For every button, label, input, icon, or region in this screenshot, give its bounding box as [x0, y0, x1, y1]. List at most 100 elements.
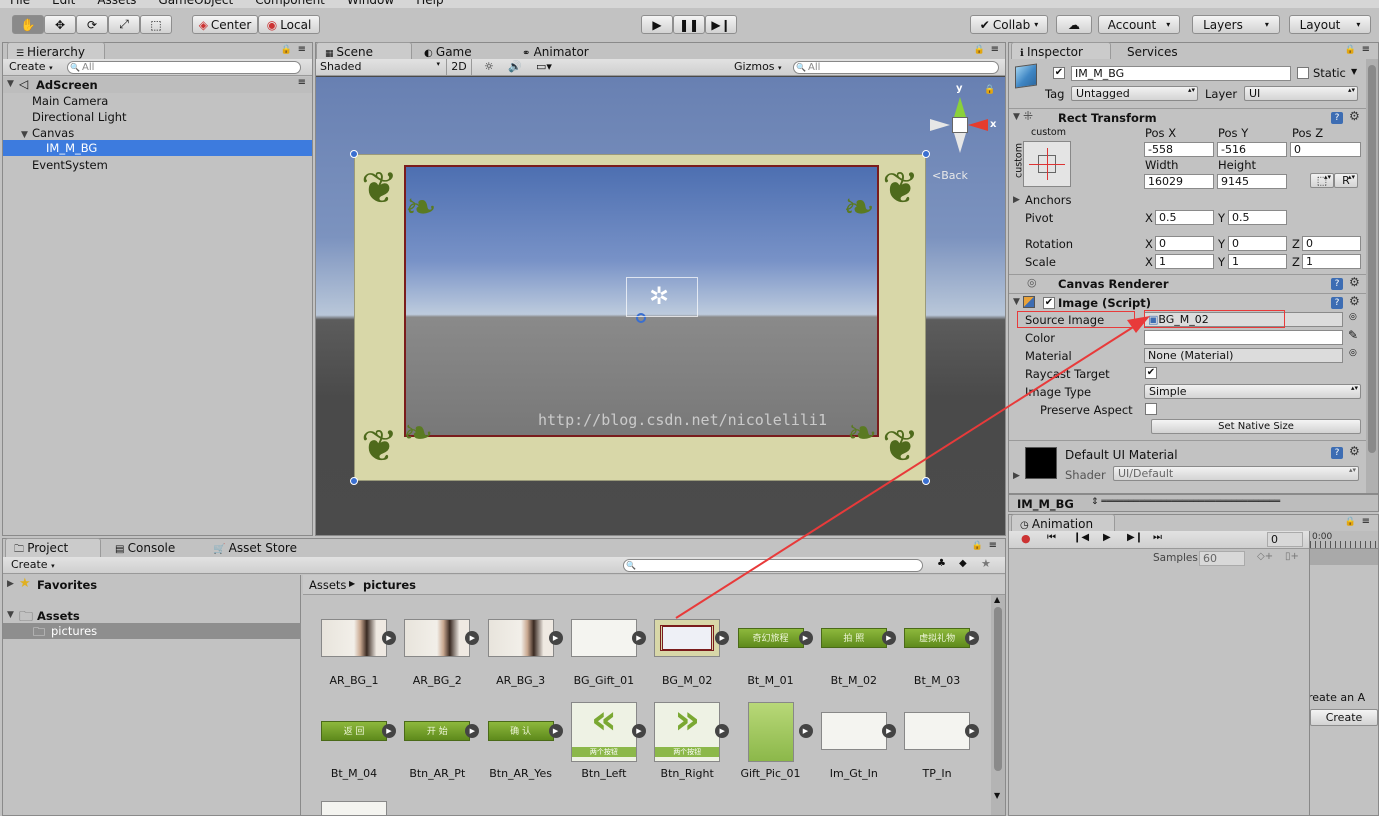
hierarchy-search-input[interactable]: All [67, 61, 301, 74]
gizmo-x-arrow[interactable] [968, 119, 988, 131]
rect-handle[interactable] [922, 477, 930, 485]
lock-icon[interactable]: 🔒 [1345, 45, 1356, 55]
lock-icon[interactable]: 🔒 [281, 45, 292, 55]
search-by-type-icon[interactable]: ♣ [937, 558, 946, 569]
preserve-aspect-checkbox[interactable] [1145, 403, 1157, 415]
eyedropper-icon[interactable]: ✎ [1348, 328, 1358, 342]
expand-sprite-icon[interactable]: ▶ [548, 631, 563, 645]
gizmo-y-arrow[interactable] [954, 97, 966, 117]
drag-handle-icon[interactable]: ⇕ ═════════════════════════════════ [1091, 497, 1280, 507]
folder-pictures[interactable]: 🗀 pictures [3, 623, 301, 639]
rot-z-input[interactable]: 0 [1302, 236, 1361, 251]
pivot-center-button[interactable]: ◈ Center [192, 15, 258, 34]
tab-console[interactable]: ▤ Console [107, 539, 199, 557]
timeline-area[interactable]: 0:00 reate an A Create [1309, 531, 1378, 815]
menu-icon[interactable]: ≡ [991, 44, 999, 55]
rect-tool-button[interactable]: ⬚ [140, 15, 172, 34]
2d-toggle[interactable]: 2D [446, 59, 472, 75]
menu-item[interactable]: Help [416, 0, 443, 7]
gizmo-neg-y-arrow[interactable] [954, 133, 966, 153]
anchors-label[interactable]: Anchors [1025, 193, 1072, 207]
blueprint-mode-button[interactable]: ⬚ [1310, 173, 1334, 188]
menu-icon[interactable]: ≡ [298, 77, 306, 88]
project-create-button[interactable]: Create ▾ [11, 558, 55, 571]
tab-project[interactable]: 🗀 Project [5, 538, 101, 557]
expand-sprite-icon[interactable]: ▶ [798, 631, 813, 645]
asset-item[interactable]: ▶ AR_BG_1 [321, 619, 396, 699]
menu-item[interactable]: GameObject [158, 0, 233, 7]
asset-item[interactable]: 两个按钮 « ▶ Btn_Left [570, 702, 646, 792]
back-view-label[interactable]: <Back [932, 169, 968, 182]
record-icon[interactable]: ● [1021, 532, 1031, 545]
expand-arrow-icon[interactable]: ▼ [7, 610, 14, 620]
favorites-label[interactable]: Favorites [37, 578, 97, 592]
width-input[interactable]: 16029 [1144, 174, 1214, 189]
hierarchy-item-canvas[interactable]: ▼ Canvas [3, 125, 312, 141]
scale-y-input[interactable]: 1 [1228, 254, 1287, 269]
step-button[interactable]: ▶❙ [705, 15, 737, 34]
play-button[interactable]: ▶ [641, 15, 673, 34]
asset-item[interactable]: 奇幻旅程 ▶ Bt_M_01 [737, 619, 813, 699]
move-tool-button[interactable]: ✥ [44, 15, 76, 34]
scroll-thumb[interactable] [994, 607, 1002, 771]
object-name-input[interactable]: IM_M_BG [1071, 66, 1291, 81]
menu-icon[interactable]: ≡ [1362, 516, 1370, 527]
asset-item[interactable]: ▶ Gift_Pic_01 [738, 702, 813, 792]
active-checkbox[interactable]: ✔ [1053, 67, 1065, 79]
samples-input[interactable]: 60 [1199, 551, 1245, 566]
last-key-icon[interactable]: ⏭ [1153, 532, 1162, 543]
asset-item[interactable]: ▶ AR_BG_3 [487, 619, 563, 699]
tab-asset-store[interactable]: 🛒 Asset Store [205, 539, 315, 557]
breadcrumb-pictures[interactable]: pictures [363, 578, 416, 592]
help-icon[interactable]: ? [1331, 278, 1343, 290]
gizmos-dropdown[interactable]: Gizmos ▾ [734, 60, 782, 73]
menu-item[interactable]: Component [255, 0, 325, 7]
rot-y-input[interactable]: 0 [1228, 236, 1287, 251]
image-type-dropdown[interactable]: Simple [1144, 384, 1361, 399]
image-effects-icon[interactable]: ▭▾ [536, 60, 552, 73]
hand-tool-button[interactable]: ✋ [12, 15, 44, 34]
orientation-gizmo[interactable]: y x [920, 83, 1000, 167]
prev-key-icon[interactable]: ❙◀ [1073, 532, 1089, 543]
anchor-preset-button[interactable] [1023, 141, 1071, 187]
layer-dropdown[interactable]: UI [1244, 86, 1358, 101]
expand-sprite-icon[interactable]: ▶ [965, 724, 980, 738]
pivot-x-input[interactable]: 0.5 [1155, 210, 1214, 225]
hierarchy-item-main-camera[interactable]: Main Camera [3, 93, 312, 109]
first-key-icon[interactable]: ⏮ [1047, 532, 1056, 543]
image-script-header[interactable]: ▼ ✔ Image (Script) ? ⚙ [1009, 293, 1366, 311]
scene-header[interactable]: ▼ ◁ AdScreen ≡ [3, 77, 312, 93]
hierarchy-item-im-m-bg[interactable]: IM_M_BG [3, 140, 312, 156]
help-icon[interactable]: ? [1331, 297, 1343, 309]
lock-icon[interactable]: 🔒 [984, 85, 995, 95]
shader-dropdown[interactable]: UI/Default [1113, 466, 1359, 481]
set-native-size-button[interactable]: Set Native Size [1151, 419, 1361, 434]
scale-x-input[interactable]: 1 [1155, 254, 1214, 269]
tag-dropdown[interactable]: Untagged [1071, 86, 1198, 101]
asset-item[interactable]: 开 始 ▶ Btn_AR_Pt [404, 712, 480, 792]
asset-item[interactable]: ▶ BG_M_02 [654, 619, 730, 699]
lock-icon[interactable]: 🔒 [1345, 517, 1356, 527]
gizmo-center[interactable] [952, 117, 968, 133]
rect-handle[interactable] [350, 477, 358, 485]
scroll-down-icon[interactable]: ▼ [994, 791, 1000, 800]
hierarchy-item-eventsystem[interactable]: EventSystem [3, 157, 312, 173]
height-input[interactable]: 9145 [1217, 174, 1287, 189]
gear-icon[interactable]: ⚙ [1349, 275, 1360, 289]
audio-icon[interactable]: 🔊 [508, 60, 522, 73]
light-gizmo[interactable]: ✲ [626, 277, 698, 317]
pause-button[interactable]: ❚❚ [673, 15, 705, 34]
menu-icon[interactable]: ≡ [298, 44, 306, 55]
add-keyframe-icon[interactable]: ◇+ [1257, 551, 1273, 562]
raycast-target-checkbox[interactable]: ✔ [1145, 367, 1157, 379]
preview-bar[interactable]: IM_M_BG ⇕ ══════════════════════════════… [1008, 494, 1379, 512]
lock-icon[interactable]: 🔒 [972, 541, 983, 551]
layers-button[interactable]: Layers ▾ [1192, 15, 1280, 34]
asset-item[interactable]: 返 回 ▶ Bt_M_04 [321, 712, 396, 792]
gear-icon[interactable]: ⚙ [1349, 109, 1360, 123]
scroll-thumb[interactable] [1368, 65, 1376, 453]
pivot-local-button[interactable]: ◉ Local [258, 15, 320, 34]
menu-item[interactable]: Edit [52, 0, 75, 7]
cloud-button[interactable]: ☁ [1056, 15, 1092, 34]
expand-sprite-icon[interactable]: ▶ [382, 724, 396, 738]
